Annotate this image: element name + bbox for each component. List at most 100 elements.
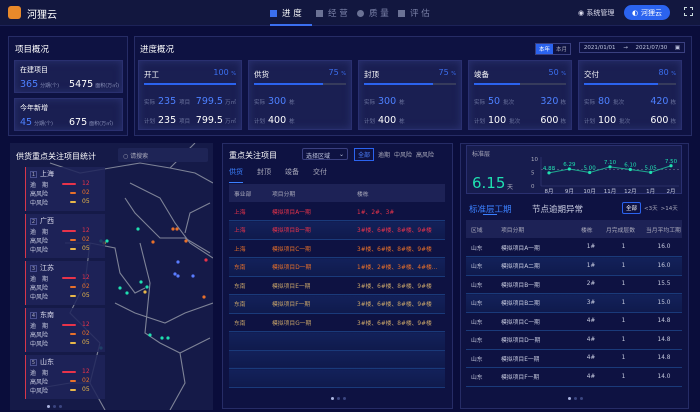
project-marker[interactable] — [160, 336, 164, 340]
risk-row: 逾 期 12 — [30, 227, 102, 236]
risk-label: 高风险 — [30, 332, 49, 339]
standard-filters: 全部 <3天 >14天 — [622, 202, 678, 214]
cell: 14.0 — [641, 367, 682, 387]
tab-completion[interactable]: 竣备 — [285, 167, 299, 177]
project-marker[interactable] — [173, 272, 177, 276]
filter-overdue[interactable]: 逾期 — [378, 150, 390, 159]
card-actual-row: 实际 80 批次 420 栋 — [584, 96, 676, 107]
card-name: 供货 — [254, 70, 269, 79]
table-row[interactable]: 山东 模拟项目A二期 1# 1 16.0 — [466, 256, 682, 276]
date-range-picker[interactable]: 2021/01/01 → 2021/07/30 ▣ — [579, 42, 685, 53]
tab-topping[interactable]: 封顶 — [257, 167, 271, 177]
filter-high-risk[interactable]: 高风险 — [416, 150, 434, 159]
project-marker[interactable] — [202, 295, 206, 299]
region-name: 1 上海 — [30, 169, 54, 179]
unit: 栋 — [560, 119, 566, 125]
nav-operation[interactable]: 经 营 — [316, 7, 348, 19]
project-marker[interactable] — [171, 227, 175, 231]
progress-card[interactable]: 竣备 50 % 实际 50 批次 320 栋计划 100 批次 600 栋 — [468, 60, 572, 130]
region-card[interactable]: 1 上海逾 期 12 高风险 02 中风险 05 — [25, 167, 105, 211]
nav-progress[interactable]: 进 度 — [270, 7, 302, 19]
table-row[interactable]: 山东 模拟项目F一期 4# 1 14.0 — [466, 367, 682, 387]
table-row[interactable]: 山东 模拟项目E一期 4# 1 14.8 — [466, 349, 682, 368]
table-row[interactable]: 东南 模拟项目E一期 3#楼、6#楼、8#楼、9#楼 — [229, 276, 445, 295]
risk-indicator — [70, 239, 76, 241]
risk-value: 02 — [82, 330, 90, 337]
project-marker[interactable] — [125, 291, 129, 295]
toggle-month[interactable]: 本月 — [553, 44, 570, 54]
map-pagination[interactable] — [47, 405, 62, 408]
card-name: 交付 — [584, 70, 599, 79]
region-card[interactable]: 5 山东逾 期 12 高风险 02 中风险 05 — [25, 355, 105, 399]
nav-quality[interactable]: 质 量 — [357, 7, 389, 19]
table-row[interactable]: 上海 模拟项目B一期 3#楼、6#楼、8#楼、9#楼 — [229, 220, 445, 240]
risk-indicator — [62, 183, 76, 185]
table-row[interactable]: 山东 模拟项目A一期 1# 1 16.0 — [466, 238, 682, 257]
cell: 14.8 — [641, 349, 682, 368]
empty-row — [229, 350, 445, 369]
pct-unit: % — [671, 71, 676, 77]
cell: 山东 — [466, 238, 496, 257]
focus-pagination[interactable] — [331, 397, 346, 400]
region-card[interactable]: 2 广西逾 期 12 高风险 02 中风险 05 — [25, 214, 105, 258]
nav-evaluate[interactable]: 评 估 — [398, 7, 430, 19]
region-no: 3 — [30, 265, 37, 272]
project-marker[interactable] — [136, 227, 140, 231]
system-settings-link[interactable]: ◉ 系统管理 — [578, 8, 614, 18]
filter-lt3[interactable]: <3天 — [644, 204, 658, 212]
project-marker[interactable] — [204, 258, 208, 262]
tab-node-overdue[interactable]: 节点逾期异常 — [532, 203, 583, 215]
table-row[interactable]: 东南 模拟项目G一期 3#楼、6#楼、8#楼、9#楼 — [229, 313, 445, 332]
project-marker[interactable] — [166, 336, 170, 340]
date-from: 2021/01/01 — [583, 44, 616, 51]
progress-fill — [144, 83, 236, 85]
project-marker[interactable] — [105, 239, 109, 243]
region-card[interactable]: 4 东南逾 期 12 高风险 02 中风险 05 — [25, 308, 105, 352]
table-row[interactable]: 东南 模拟项目F一期 3#楼、6#楼、8#楼、9#楼 — [229, 294, 445, 314]
project-marker[interactable] — [143, 290, 147, 294]
cell-dept: 上海 — [229, 202, 267, 221]
focus-filters: 全部 逾期 中风险 高风险 — [354, 148, 434, 161]
standard-pagination[interactable] — [568, 397, 583, 400]
filter-gt14[interactable]: >14天 — [661, 204, 678, 212]
risk-indicator — [70, 192, 76, 194]
progress-card[interactable]: 供货 75 % 实际 300 栋计划 400 栋 — [248, 60, 352, 130]
cell-dept: 上海 — [229, 220, 267, 240]
region-card[interactable]: 3 江苏逾 期 12 高风险 02 中风险 05 — [25, 261, 105, 305]
filter-all[interactable]: 全部 — [622, 202, 642, 214]
table-row[interactable]: 东南 模拟项目D一期 1#楼、2#楼、3#楼、4#楼... — [229, 257, 445, 277]
fullscreen-icon[interactable] — [684, 7, 693, 16]
project-marker[interactable] — [176, 260, 180, 264]
table-row[interactable]: 山东 模拟项目B一期 2# 1 15.5 — [466, 275, 682, 294]
value: 600 — [540, 115, 559, 126]
region-label: 山东 — [40, 358, 54, 366]
project-marker[interactable] — [151, 240, 155, 244]
table-row[interactable]: 上海 模拟项目C一期 3#楼、6#楼、8#楼、9#楼 — [229, 239, 445, 258]
progress-fill — [364, 83, 433, 85]
project-marker[interactable] — [139, 280, 143, 284]
project-marker[interactable] — [191, 274, 195, 278]
user-button[interactable]: ◐ 河狸云 — [624, 5, 670, 20]
table-row[interactable]: 上海 模拟项目A一期 1#、2#、3# — [229, 202, 445, 221]
project-marker[interactable] — [118, 286, 122, 290]
tab-delivery[interactable]: 交付 — [313, 167, 327, 177]
region-select[interactable]: 选择区域 ⌄ — [302, 148, 348, 160]
progress-card[interactable]: 交付 80 % 实际 80 批次 420 栋计划 100 批次 600 栋 — [578, 60, 682, 130]
progress-card[interactable]: 开工 100 % 实际 235 项目 799.5 万㎡ 计划 235 项目 799.5 万㎡ — [138, 60, 242, 130]
table-row[interactable]: 山东 模拟项目C一期 4# 1 14.8 — [466, 312, 682, 331]
map-search-input[interactable]: ○ 请搜索 — [118, 148, 208, 162]
project-marker[interactable] — [184, 239, 188, 243]
tab-supply[interactable]: 供货 — [229, 167, 243, 177]
filter-medium-risk[interactable]: 中风险 — [394, 150, 412, 159]
project-marker[interactable] — [145, 285, 149, 289]
progress-card[interactable]: 封顶 75 % 实际 300 栋计划 400 栋 — [358, 60, 462, 130]
cell: 模拟项目F一期 — [496, 367, 576, 387]
project-marker[interactable] — [175, 227, 179, 231]
project-marker[interactable] — [176, 274, 180, 278]
toggle-year[interactable]: 本年 — [536, 44, 554, 54]
project-marker[interactable] — [148, 333, 152, 337]
filter-all[interactable]: 全部 — [354, 148, 375, 161]
table-row[interactable]: 山东 模拟项目D一期 4# 1 14.8 — [466, 330, 682, 350]
table-row[interactable]: 山东 模拟项目B二期 3# 1 15.0 — [466, 293, 682, 313]
card-actual-row: 实际 300 栋 — [364, 96, 456, 107]
